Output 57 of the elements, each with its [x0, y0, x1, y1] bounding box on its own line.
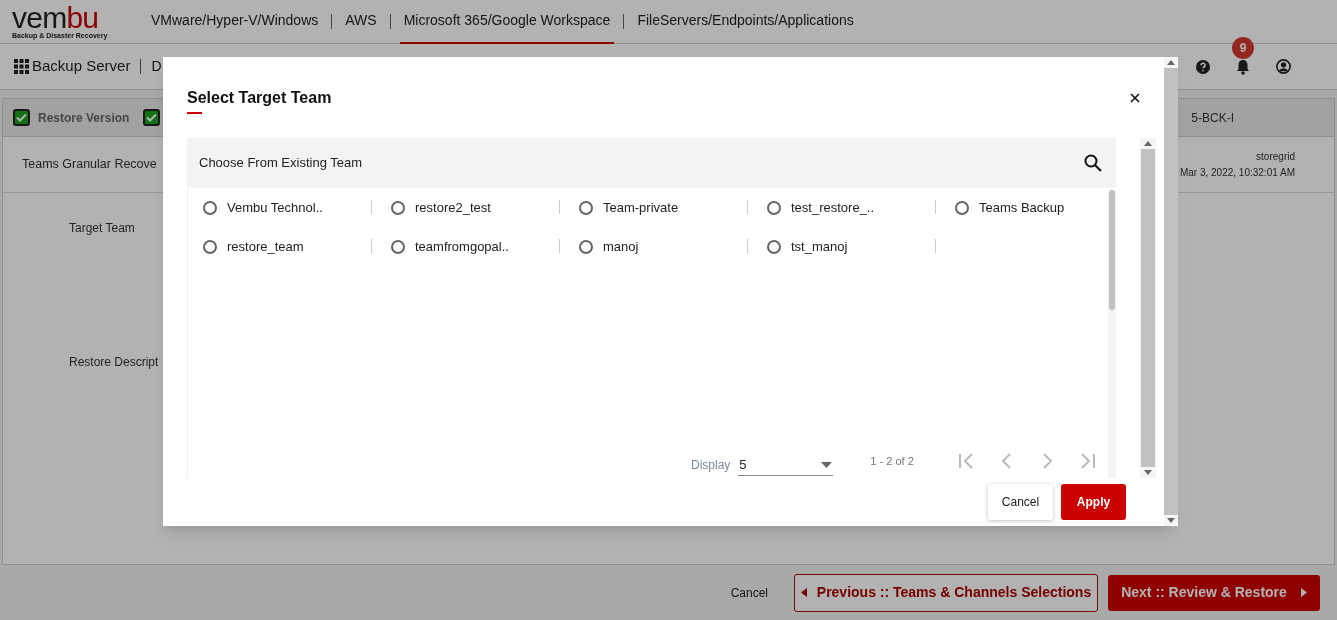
close-icon[interactable]: [1130, 92, 1140, 103]
team-option[interactable]: teamfromgopal..: [415, 236, 509, 257]
help-icon[interactable]: [1196, 59, 1210, 74]
team-option[interactable]: manoj: [603, 236, 639, 257]
toolbar-item[interactable]: D: [151, 56, 162, 77]
bell-icon[interactable]: [1236, 58, 1250, 75]
page-range: 1 - 2 of 2: [870, 453, 914, 469]
previous-button[interactable]: Previous :: Teams & Channels Selections: [794, 573, 1098, 612]
radio-button[interactable]: [203, 200, 217, 215]
user-icon[interactable]: [1276, 59, 1291, 74]
scroll-down-icon[interactable]: [1144, 470, 1152, 475]
team-option[interactable]: Team-private: [603, 197, 679, 218]
team-option[interactable]: Teams Backup: [979, 197, 1065, 218]
radio-button[interactable]: [579, 239, 593, 254]
caret-right-icon: [1300, 588, 1307, 597]
user-name: storegrid: [1256, 149, 1295, 164]
apply-button[interactable]: Apply: [1061, 484, 1126, 520]
radio-button[interactable]: [767, 239, 781, 254]
timestamp: Mar 3, 2022, 10:32:01 AM: [1179, 165, 1295, 180]
team-option[interactable]: restore_team: [227, 236, 304, 257]
radio-button[interactable]: [391, 200, 405, 215]
display-label: Display: [691, 457, 731, 474]
scroll-down-icon[interactable]: [1167, 518, 1175, 523]
radio-button[interactable]: [767, 200, 781, 215]
step-tab[interactable]: 5-BCK-I: [1191, 108, 1234, 127]
nav-tab[interactable]: AWS: [341, 0, 381, 44]
scrollbar[interactable]: [1164, 57, 1178, 526]
team-option[interactable]: tst_manoj: [791, 236, 848, 257]
check-icon: [146, 113, 158, 122]
caret-down-icon: [821, 461, 833, 468]
app-switcher-label[interactable]: Backup Server: [32, 55, 131, 78]
radio-button[interactable]: [203, 239, 217, 254]
cancel-link[interactable]: Cancel: [730, 583, 768, 602]
team-option[interactable]: test_restore_..: [791, 197, 875, 218]
section-title: Choose From Existing Team: [199, 154, 363, 173]
cancel-button[interactable]: Cancel: [988, 484, 1053, 520]
search-icon[interactable]: [1084, 154, 1102, 172]
form-label: Target Team: [69, 220, 136, 237]
radio-button[interactable]: [955, 200, 969, 215]
team-option[interactable]: restore2_test: [415, 197, 491, 218]
nav-tab[interactable]: VMware/Hyper-V/Windows: [147, 0, 323, 44]
check-icon: [16, 113, 27, 122]
nav-tab[interactable]: FileServers/Endpoints/Applications: [633, 0, 858, 44]
next-button[interactable]: Next :: Review & Restore: [1108, 574, 1320, 611]
scroll-up-icon[interactable]: [1144, 141, 1152, 146]
scrollbar[interactable]: [1140, 138, 1156, 478]
scrollbar[interactable]: [1108, 190, 1116, 478]
grid-icon[interactable]: [14, 59, 29, 74]
page-size-select[interactable]: 5: [738, 454, 834, 476]
step-label[interactable]: Restore Version: [38, 108, 130, 127]
scroll-up-icon[interactable]: [1167, 60, 1175, 65]
radio-button[interactable]: [391, 239, 405, 254]
restore-title: Teams Granular Recove: [22, 156, 157, 174]
radio-button[interactable]: [579, 200, 593, 215]
team-option[interactable]: Vembu Technol..: [227, 197, 323, 218]
caret-left-icon: [800, 588, 807, 597]
form-label: Restore Descript: [69, 354, 160, 371]
